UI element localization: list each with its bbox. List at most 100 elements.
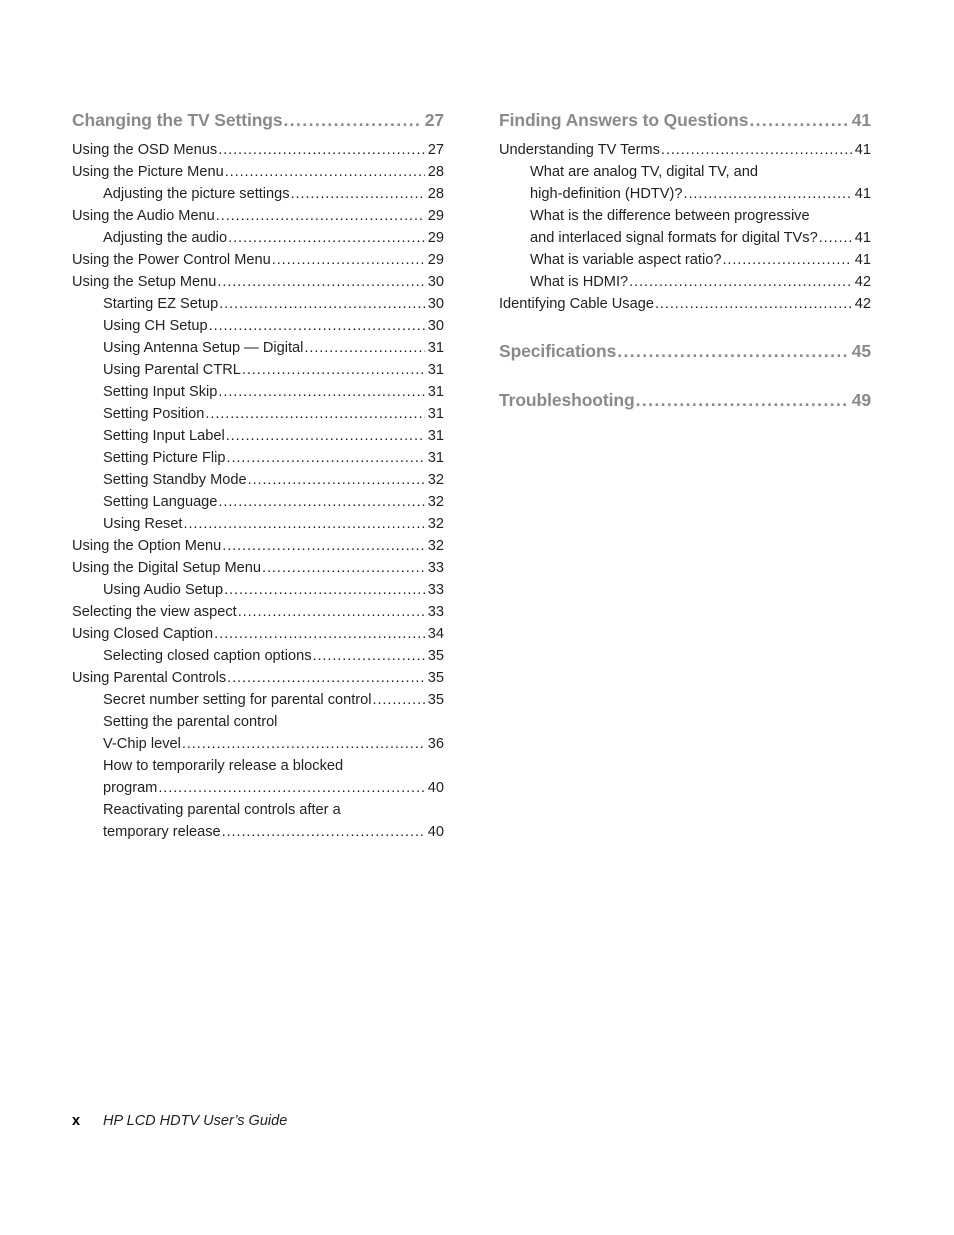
toc-entry[interactable]: Using the Option Menu...................… xyxy=(72,535,444,557)
toc-entry[interactable]: Using the Picture Menu..................… xyxy=(72,161,444,183)
toc-entry-last-line: V-Chip level............................… xyxy=(103,733,444,755)
leader-dots: ........................................… xyxy=(227,670,425,686)
section-heading-page: 45 xyxy=(851,341,871,361)
toc-entry-label: Using Closed Caption xyxy=(72,626,214,642)
toc-entry-label: Starting EZ Setup xyxy=(103,296,219,312)
section-heading-troubleshooting[interactable]: Troubleshooting.........................… xyxy=(499,388,871,413)
toc-entry-label: program xyxy=(103,780,158,796)
toc-entry[interactable]: Using CH Setup..........................… xyxy=(72,315,444,337)
toc-entry[interactable]: Using the Digital Setup Menu............… xyxy=(72,557,444,579)
toc-entry-label: Setting Standby Mode xyxy=(103,472,247,488)
leader-dots: ........................................… xyxy=(617,341,847,361)
toc-entry[interactable]: Setting the parental control V-Chip level… xyxy=(72,711,444,755)
toc-entry-label: Using Parental CTRL xyxy=(103,362,241,378)
toc-entry-label: V-Chip level xyxy=(103,736,181,752)
toc-entry[interactable]: Setting Input Label.....................… xyxy=(72,425,444,447)
toc-entry[interactable]: Using the Setup Menu....................… xyxy=(72,271,444,293)
toc-entry-page: 29 xyxy=(427,252,444,268)
toc-entry-page: 42 xyxy=(854,296,871,312)
toc-entry[interactable]: Adjusting the picture settings..........… xyxy=(72,183,444,205)
leader-dots: ........................................… xyxy=(312,648,425,664)
toc-entry[interactable]: Using the Audio Menu....................… xyxy=(72,205,444,227)
toc-entry-page: 41 xyxy=(854,230,871,246)
toc-entry[interactable]: What is variable aspect ratio?..........… xyxy=(499,249,871,271)
toc-entry[interactable]: Using Parental CTRL.....................… xyxy=(72,359,444,381)
toc-entry[interactable]: Starting EZ Setup.......................… xyxy=(72,293,444,315)
leader-dots: ........................................… xyxy=(205,406,424,422)
toc-entry-label: Setting Picture Flip xyxy=(103,450,226,466)
toc-entry-line: What is the difference between progressi… xyxy=(530,208,810,224)
toc-entry-last-line: program.................................… xyxy=(103,777,444,799)
toc-entry-page: 41 xyxy=(854,252,871,268)
leader-dots: ........................................… xyxy=(283,110,421,130)
toc-entry-page: 31 xyxy=(427,450,444,466)
toc-entry[interactable]: Using Audio Setup.......................… xyxy=(72,579,444,601)
toc-entry-last-line: high-definition (HDTV)?.................… xyxy=(530,183,871,205)
toc-entry-page: 28 xyxy=(427,164,444,180)
leader-dots: ........................................… xyxy=(219,296,425,312)
toc-entry[interactable]: Using the Power Control Menu............… xyxy=(72,249,444,271)
toc-entry[interactable]: Setting Position........................… xyxy=(72,403,444,425)
toc-entry[interactable]: Setting Language........................… xyxy=(72,491,444,513)
toc-entry[interactable]: Selecting the view aspect...............… xyxy=(72,601,444,623)
toc-entry[interactable]: Using Closed Caption....................… xyxy=(72,623,444,645)
toc-entry-label: Setting Input Label xyxy=(103,428,225,444)
toc-extra-headings: Specifications..........................… xyxy=(499,339,871,413)
leader-dots: ........................................… xyxy=(224,164,425,180)
leader-dots: ........................................… xyxy=(237,604,425,620)
toc-entry-page: 29 xyxy=(427,208,444,224)
toc-entry-label: and interlaced signal formats for digita… xyxy=(530,230,818,246)
toc-entry-page: 31 xyxy=(427,428,444,444)
section-heading-finding-answers[interactable]: Finding Answers to Questions ...........… xyxy=(499,108,871,133)
toc-entry[interactable]: What is the difference between progressi… xyxy=(499,205,871,249)
toc-entry[interactable]: Selecting closed caption options........… xyxy=(72,645,444,667)
leader-dots: ........................................… xyxy=(660,142,852,158)
toc-entry[interactable]: What is HDMI?...........................… xyxy=(499,271,871,293)
leader-dots: ........................................… xyxy=(222,538,425,554)
leader-dots: ........................................… xyxy=(226,450,425,466)
toc-entry-last-line: temporary release.......................… xyxy=(103,821,444,843)
toc-entry-page: 32 xyxy=(427,538,444,554)
toc-entry-page: 41 xyxy=(854,186,871,202)
toc-entry-page: 42 xyxy=(854,274,871,290)
toc-columns: Changing the TV Settings ...............… xyxy=(72,108,871,843)
toc-entry[interactable]: Setting Input Skip......................… xyxy=(72,381,444,403)
toc-entry[interactable]: How to temporarily release a blocked prog… xyxy=(72,755,444,799)
toc-entry-page: 29 xyxy=(427,230,444,246)
leader-dots: ........................................… xyxy=(818,230,852,246)
toc-entry[interactable]: What are analog TV, digital TV, and high-… xyxy=(499,161,871,205)
toc-entry-page: 30 xyxy=(427,318,444,334)
toc-entry-page: 31 xyxy=(427,406,444,422)
toc-entry-list-right: Understanding TV Terms..................… xyxy=(499,139,871,315)
toc-entry[interactable]: Using Reset.............................… xyxy=(72,513,444,535)
toc-entry-page: 40 xyxy=(427,824,444,840)
leader-dots: ........................................… xyxy=(181,736,425,752)
toc-entry-page: 33 xyxy=(427,582,444,598)
toc-entry[interactable]: Setting Picture Flip....................… xyxy=(72,447,444,469)
toc-entry-label: Secret number setting for parental contr… xyxy=(103,692,372,708)
leader-dots: ........................................… xyxy=(683,186,852,202)
toc-entry-label: high-definition (HDTV)? xyxy=(530,186,683,202)
leader-dots: ........................................… xyxy=(290,186,425,202)
leader-dots: ........................................… xyxy=(158,780,424,796)
section-heading-specifications[interactable]: Specifications..........................… xyxy=(499,339,871,364)
toc-entry-list-left: Using the OSD Menus.....................… xyxy=(72,139,444,843)
toc-entry[interactable]: Understanding TV Terms..................… xyxy=(499,139,871,161)
section-heading-page: 49 xyxy=(851,390,871,410)
toc-entry[interactable]: Identifying Cable Usage.................… xyxy=(499,293,871,315)
toc-entry-page: 31 xyxy=(427,384,444,400)
section-heading-label: Changing the TV Settings xyxy=(72,110,283,130)
toc-entry[interactable]: Reactivating parental controls after a te… xyxy=(72,799,444,843)
leader-dots: ........................................… xyxy=(749,110,848,130)
toc-entry[interactable]: Adjusting the audio.....................… xyxy=(72,227,444,249)
leader-dots: ........................................… xyxy=(183,516,425,532)
toc-entry[interactable]: Secret number setting for parental contr… xyxy=(72,689,444,711)
toc-entry-line: What are analog TV, digital TV, and xyxy=(530,164,758,180)
section-heading-changing-tv-settings[interactable]: Changing the TV Settings ...............… xyxy=(72,108,444,133)
toc-entry[interactable]: Using the OSD Menus.....................… xyxy=(72,139,444,161)
toc-entry[interactable]: Using Antenna Setup — Digital...........… xyxy=(72,337,444,359)
toc-entry[interactable]: Using Parental Controls.................… xyxy=(72,667,444,689)
toc-entry[interactable]: Setting Standby Mode....................… xyxy=(72,469,444,491)
toc-entry-label: Setting Position xyxy=(103,406,205,422)
leader-dots: ........................................… xyxy=(218,142,425,158)
